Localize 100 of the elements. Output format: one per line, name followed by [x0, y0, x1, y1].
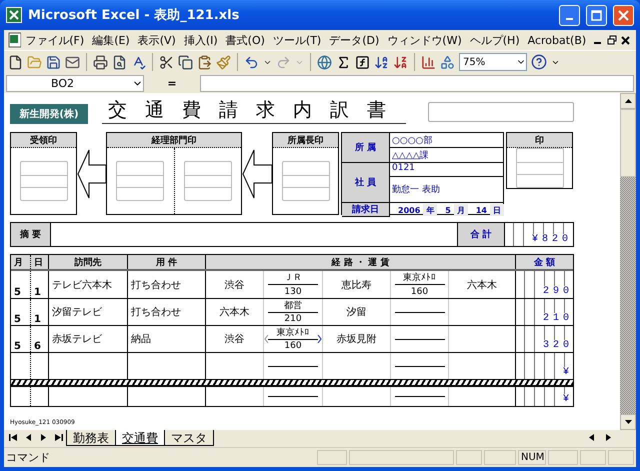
chevron-right-icon: [317, 335, 322, 343]
column-header: 金 額: [532, 256, 556, 269]
scroll-thumb[interactable]: [620, 109, 636, 177]
menu-item[interactable]: 編集(E): [88, 32, 134, 48]
stamp-label: 所属長印: [273, 133, 338, 148]
close-button[interactable]: [618, 33, 633, 47]
stamp-slot: [516, 148, 564, 188]
stamp-slot: [20, 161, 68, 201]
column-header: 経 路 ・ 運 賃: [206, 255, 516, 269]
table-cell: 5: [11, 299, 31, 325]
menu-item[interactable]: 書式(O): [222, 32, 269, 48]
equals-sign: =: [166, 76, 178, 90]
minimize-icon: [594, 42, 601, 44]
print-preview-icon[interactable]: [112, 54, 127, 70]
table-cell: 打ち合わせ: [128, 299, 206, 325]
table-cell: 1: [31, 271, 49, 298]
table-cell: 汐留: [323, 299, 391, 325]
column-header: 訪問先: [49, 255, 128, 269]
sort-ascending-icon[interactable]: [374, 54, 389, 70]
menu-item[interactable]: 表示(V): [134, 32, 180, 48]
sheet-tab[interactable]: マスタ: [164, 430, 214, 446]
table-cell: 渋谷: [206, 271, 264, 298]
menu-item[interactable]: データ(D): [325, 32, 384, 48]
close-icon: [621, 36, 630, 44]
zoom-field[interactable]: 75%: [459, 53, 527, 71]
spreadsheet-icon: [6, 7, 22, 23]
table-cell-text: 東京ﾒﾄﾛ: [402, 272, 437, 284]
new-file-icon[interactable]: [8, 54, 23, 70]
field-label: 請求日: [342, 203, 390, 217]
field-value: 0121: [391, 163, 416, 175]
table-cell: 六本木: [449, 271, 516, 298]
restore-icon: [606, 35, 617, 45]
save-icon[interactable]: [46, 54, 61, 70]
table-cell: 5: [11, 326, 31, 352]
menu-item[interactable]: ツール(T): [268, 32, 326, 48]
sheet-tab[interactable]: 交通費: [115, 430, 165, 446]
chart-icon[interactable]: [421, 54, 436, 70]
field-value: 14: [474, 206, 488, 214]
table-cell: 210: [268, 312, 318, 325]
table-cell: テレビ六本木: [49, 271, 128, 298]
window-title: Microsoft Excel - 表助_121.xls: [28, 7, 240, 24]
column-header: 日: [31, 255, 49, 269]
format-painter-icon[interactable]: [216, 54, 231, 70]
undo-icon[interactable]: [244, 54, 259, 70]
menu-item[interactable]: Acrobat(B): [524, 34, 590, 46]
scroll-up-button[interactable]: [620, 93, 636, 109]
copy-icon[interactable]: [178, 54, 193, 70]
stamp-label: 経理部門印: [107, 133, 241, 148]
field-value: 勤怠一 表助: [390, 176, 504, 202]
table-cell-text: ＪＲ: [283, 272, 303, 284]
function-icon[interactable]: [355, 54, 370, 70]
table-cell: 5: [11, 271, 31, 298]
sheet-tab[interactable]: 勤務表: [66, 430, 116, 446]
maximize-button[interactable]: [586, 4, 607, 26]
mail-icon[interactable]: [65, 54, 80, 70]
last-sheet-icon[interactable]: [54, 433, 63, 442]
scroll-left-icon[interactable]: [587, 433, 596, 442]
scroll-down-button[interactable]: [620, 414, 636, 430]
next-sheet-icon[interactable]: [39, 433, 48, 442]
menu-item[interactable]: ヘルプ(H): [466, 32, 524, 48]
stamp-slot: [116, 161, 164, 201]
field-label: 月: [454, 204, 468, 216]
first-sheet-icon[interactable]: [9, 433, 18, 442]
stamp-label: 印: [507, 133, 572, 148]
table-cell: 納品: [128, 326, 206, 352]
table-cell-text: 東京ﾒﾄﾛ: [276, 326, 310, 339]
stamp-label: 受領印: [11, 133, 76, 148]
table-cell: 恵比寿: [323, 271, 391, 298]
drawing-icon[interactable]: [440, 54, 455, 70]
field-value: ○○○○部: [391, 134, 434, 147]
down-arrow-icon: [624, 420, 632, 424]
table-cell: 赤坂テレビ: [49, 326, 128, 352]
field-label: 社 員: [342, 163, 390, 203]
field-label: 年: [423, 204, 438, 216]
table-cell: 汐留テレビ: [49, 299, 128, 325]
help-icon[interactable]: [531, 54, 547, 70]
table-cell: 160: [268, 339, 318, 352]
paste-icon[interactable]: [197, 54, 212, 70]
maximize-icon: [591, 10, 602, 20]
cut-icon[interactable]: [159, 54, 174, 70]
previous-sheet-icon[interactable]: [24, 433, 33, 442]
spell-check-icon[interactable]: [131, 54, 146, 70]
close-icon: [618, 10, 629, 20]
globe-icon[interactable]: [317, 54, 332, 70]
sum-icon[interactable]: [336, 54, 351, 70]
field-value: 5: [444, 206, 452, 214]
formula-field[interactable]: [200, 74, 634, 92]
stamp-slot: [282, 161, 330, 201]
menu-item[interactable]: ファイル(F): [21, 32, 88, 48]
status-mode: コマンド: [6, 450, 51, 465]
name-box[interactable]: BO2: [6, 74, 144, 92]
sort-descending-icon[interactable]: [393, 54, 408, 70]
print-icon[interactable]: [93, 54, 108, 70]
menu-item[interactable]: 挿入(I): [180, 32, 222, 48]
table-cell: 130: [268, 284, 318, 298]
table-cell: 1: [31, 299, 49, 325]
scroll-right-icon[interactable]: [604, 433, 613, 442]
company-label: 新生開発(株): [10, 104, 88, 124]
stamp-slot: [184, 161, 232, 201]
menu-item[interactable]: ウィンドウ(W): [383, 32, 466, 48]
